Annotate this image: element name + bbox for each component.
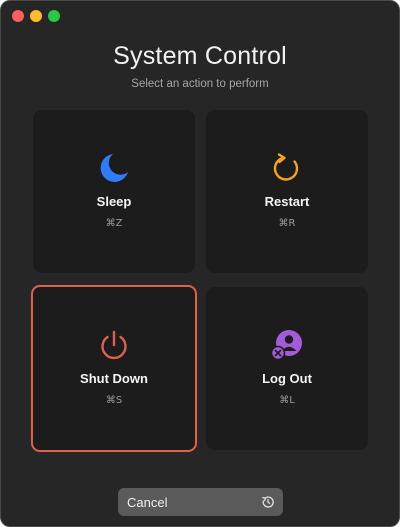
dialog-subtitle: Select an action to perform	[131, 78, 269, 90]
maximize-window-button[interactable]	[48, 10, 60, 22]
power-icon	[101, 330, 127, 360]
shut-down-button[interactable]: Shut Down ⌘S	[31, 285, 197, 452]
countdown-timer-icon	[262, 496, 274, 508]
window-controls	[12, 10, 60, 22]
dialog-title: System Control	[113, 42, 287, 70]
minimize-window-button[interactable]	[30, 10, 42, 22]
moon-icon	[100, 154, 128, 182]
log-out-button[interactable]: Log Out ⌘L	[206, 287, 368, 450]
cancel-label: Cancel	[127, 494, 168, 510]
restart-arrow-icon	[273, 153, 299, 181]
user-remove-icon	[270, 330, 302, 361]
close-window-button[interactable]	[12, 10, 24, 22]
log-out-shortcut: ⌘L	[279, 395, 295, 406]
restart-button[interactable]: Restart ⌘R	[206, 110, 368, 273]
restart-label: Restart	[264, 194, 310, 209]
sleep-button[interactable]: Sleep ⌘Z	[33, 110, 195, 273]
sleep-label: Sleep	[96, 194, 132, 209]
shut-down-label: Shut Down	[80, 371, 148, 386]
sleep-shortcut: ⌘Z	[105, 218, 123, 229]
log-out-label: Log Out	[262, 371, 312, 386]
restart-shortcut: ⌘R	[278, 218, 296, 229]
cancel-button[interactable]: Cancel	[118, 488, 283, 516]
system-control-window: System Control Select an action to perfo…	[0, 0, 400, 527]
shut-down-shortcut: ⌘S	[105, 395, 123, 406]
